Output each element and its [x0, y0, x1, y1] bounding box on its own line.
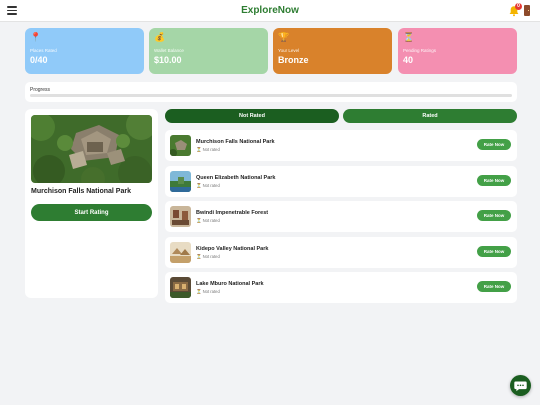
park-name: Murchison Falls National Park: [196, 139, 275, 145]
park-list-item: Murchison Falls National Park ⏳Not rated…: [165, 130, 517, 161]
park-name: Lake Mburo National Park: [196, 281, 264, 287]
trophy-icon: 🏆: [278, 32, 290, 42]
logout-door-icon[interactable]: [524, 5, 530, 16]
chat-button[interactable]: [510, 375, 531, 396]
park-name: Kidepo Valley National Park: [196, 246, 269, 252]
park-thumbnail-image: [170, 171, 191, 192]
hourglass-icon: ⏳: [196, 218, 202, 223]
park-status: ⏳Not rated: [196, 254, 220, 260]
status-text: Not rated: [202, 183, 220, 188]
hourglass-icon: ⏳: [403, 32, 415, 42]
notification-badge: 0: [515, 3, 522, 10]
stat-card-your-level: 🏆 Your Level Bronze: [273, 28, 392, 74]
hourglass-icon: ⏳: [196, 183, 202, 188]
park-name: Bwindi Impenetrable Forest: [196, 210, 269, 216]
park-status: ⏳Not rated: [196, 183, 220, 189]
featured-place-panel: Murchison Falls National Park Start Rati…: [25, 109, 158, 298]
park-thumbnail-image: [170, 206, 191, 227]
rate-now-button[interactable]: Rate Now: [477, 210, 511, 221]
start-rating-button[interactable]: Start Rating: [31, 204, 152, 221]
hourglass-icon: ⏳: [196, 289, 202, 294]
status-text: Not rated: [202, 218, 220, 223]
park-thumbnail-image: [170, 277, 191, 298]
park-list-item: Bwindi Impenetrable Forest ⏳Not rated Ra…: [165, 201, 517, 232]
money-bag-icon: 💰: [154, 32, 166, 42]
featured-place-title: Murchison Falls National Park: [31, 188, 131, 195]
stat-card-pending-ratings: ⏳ Pending Ratings 40: [398, 28, 517, 74]
stat-card-wallet-balance: 💰 Wallet Balance $10.00: [149, 28, 268, 74]
park-status: ⏳Not rated: [196, 289, 220, 295]
stat-label: Your Level: [278, 48, 300, 53]
status-text: Not rated: [202, 254, 220, 259]
app-title: ExploreNow: [241, 5, 299, 16]
park-thumbnail-image: [170, 242, 191, 263]
rate-now-button[interactable]: Rate Now: [477, 139, 511, 150]
stat-card-places-rated: 📍 Places Rated 0/40: [25, 28, 144, 74]
park-thumbnail-image: [170, 135, 191, 156]
stat-label: Wallet Balance: [154, 48, 184, 53]
hourglass-icon: ⏳: [196, 254, 202, 259]
chat-icon: [514, 381, 527, 392]
status-text: Not rated: [202, 147, 220, 152]
pin-icon: 📍: [30, 32, 42, 42]
progress-label: Progress: [30, 87, 51, 93]
status-text: Not rated: [202, 289, 220, 294]
park-list-item: Lake Mburo National Park ⏳Not rated Rate…: [165, 272, 517, 303]
featured-place-image: [31, 115, 152, 183]
park-status: ⏳Not rated: [196, 147, 220, 153]
park-name: Queen Elizabeth National Park: [196, 175, 276, 181]
rate-now-button[interactable]: Rate Now: [477, 175, 511, 186]
top-bar: ExploreNow 0: [0, 0, 540, 22]
hourglass-icon: ⏳: [196, 147, 202, 152]
progress-panel: Progress: [25, 82, 517, 102]
tab-rated[interactable]: Rated: [343, 109, 517, 123]
park-list-item: Queen Elizabeth National Park ⏳Not rated…: [165, 166, 517, 197]
stat-value: 40: [403, 55, 414, 65]
rate-now-button[interactable]: Rate Now: [477, 246, 511, 257]
stat-label: Places Rated: [30, 48, 57, 53]
progress-bar: [30, 94, 512, 97]
stat-label: Pending Ratings: [403, 48, 437, 53]
park-list-item: Kidepo Valley National Park ⏳Not rated R…: [165, 237, 517, 268]
stat-value: 0/40: [30, 55, 48, 65]
park-status: ⏳Not rated: [196, 218, 220, 224]
stat-value: $10.00: [154, 55, 182, 65]
rate-now-button[interactable]: Rate Now: [477, 281, 511, 292]
stat-value: Bronze: [278, 55, 309, 65]
tab-not-rated[interactable]: Not Rated: [165, 109, 339, 123]
